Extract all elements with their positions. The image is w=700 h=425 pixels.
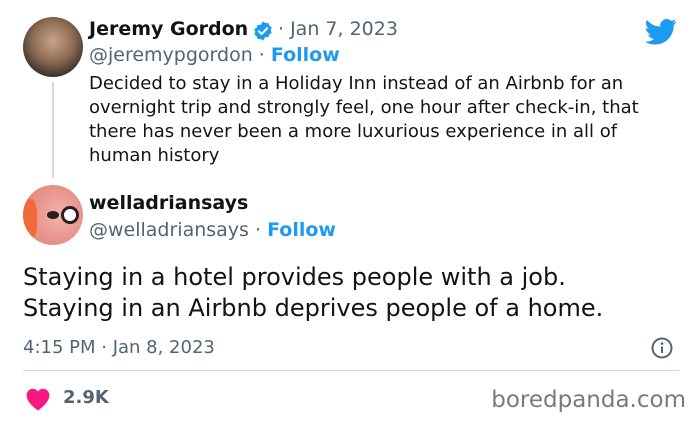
author-handle[interactable]: @jeremypgordon bbox=[89, 44, 253, 66]
reply-text: Staying in a hotel provides people with … bbox=[23, 262, 693, 324]
twitter-bird-icon bbox=[645, 19, 677, 45]
reply-text-line: Staying in a hotel provides people with … bbox=[23, 263, 566, 291]
reply-author-avatar[interactable] bbox=[23, 185, 83, 245]
author-name[interactable]: Jeremy Gordon bbox=[89, 18, 248, 40]
avatar-decoration bbox=[61, 206, 79, 224]
author-avatar[interactable] bbox=[23, 17, 83, 77]
handle-separator: · bbox=[248, 219, 268, 241]
reply-follow-button[interactable]: Follow bbox=[267, 219, 336, 241]
handle-separator: · bbox=[252, 44, 271, 66]
verified-badge-icon bbox=[254, 21, 272, 41]
tweet-text-line: Decided to stay in a Holiday Inn instead… bbox=[89, 73, 624, 94]
thread-connector-line bbox=[52, 82, 54, 178]
follow-button[interactable]: Follow bbox=[271, 44, 340, 66]
like-count[interactable]: 2.9K bbox=[63, 387, 109, 408]
tweet-text-line: overnight trip and strongly feel, one ho… bbox=[89, 97, 639, 118]
divider bbox=[23, 370, 679, 371]
avatar-decoration bbox=[47, 211, 59, 219]
tweet-date[interactable]: · Jan 7, 2023 bbox=[278, 18, 398, 40]
author-handle-row: @jeremypgordon · Follow bbox=[89, 44, 340, 66]
info-icon[interactable] bbox=[650, 336, 674, 360]
reply-author-handle[interactable]: @welladriansays bbox=[89, 219, 249, 241]
tweet-text-line: there has never been a more luxurious ex… bbox=[89, 121, 618, 142]
heart-icon[interactable] bbox=[25, 387, 51, 411]
tweet-text-line: human history bbox=[89, 145, 220, 166]
reply-author-name[interactable]: welladriansays bbox=[89, 192, 248, 214]
watermark: boredpanda.com bbox=[491, 387, 686, 413]
avatar-decoration bbox=[23, 199, 37, 239]
tweet-text: Decided to stay in a Holiday Inn instead… bbox=[89, 72, 689, 168]
reply-timestamp[interactable]: 4:15 PM · Jan 8, 2023 bbox=[23, 337, 215, 358]
reply-text-line: Staying in an Airbnb deprives people of … bbox=[23, 294, 604, 322]
reply-handle-row: @welladriansays · Follow bbox=[89, 219, 336, 241]
